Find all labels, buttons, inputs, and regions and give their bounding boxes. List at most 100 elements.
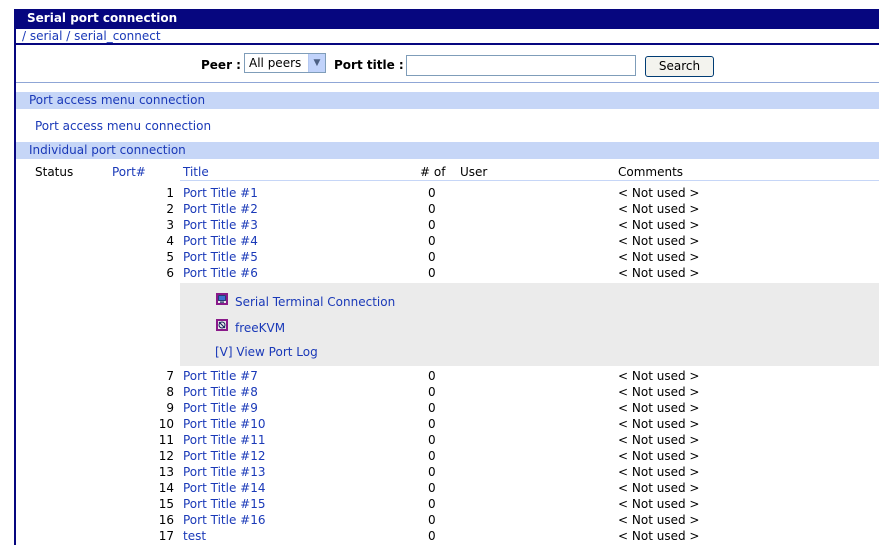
comment: < Not used > (618, 250, 700, 264)
comment: < Not used > (618, 234, 700, 248)
table-row: 15 Port Title #15 0 < Not used > (16, 496, 879, 512)
breadcrumb-link[interactable]: / serial / serial_connect (22, 29, 161, 43)
table-row: 3 Port Title #3 0 < Not used > (16, 217, 879, 233)
port-number: 17 (158, 529, 174, 543)
view-port-log-link[interactable]: [V] View Port Log (215, 345, 318, 359)
port-number: 3 (166, 218, 174, 232)
port-title-input[interactable] (406, 55, 636, 76)
table-row: 13 Port Title #13 0 < Not used > (16, 464, 879, 480)
user-count: 0 (428, 186, 436, 200)
comment: < Not used > (618, 266, 700, 280)
column-user: User (460, 165, 488, 179)
comment: < Not used > (618, 513, 700, 527)
user-count: 0 (428, 465, 436, 479)
user-count: 0 (428, 369, 436, 383)
terminal-icon (216, 293, 228, 305)
table-row: 2 Port Title #2 0 < Not used > (16, 201, 879, 217)
comment: < Not used > (618, 385, 700, 399)
port-title-link[interactable]: Port Title #1 (183, 185, 258, 201)
port-title-link[interactable]: Port Title #14 (183, 480, 265, 496)
comment: < Not used > (618, 401, 700, 415)
port-title-link[interactable]: Port Title #9 (183, 400, 258, 416)
column-count: # of (420, 165, 446, 179)
port-title-link[interactable]: Port Title #5 (183, 249, 258, 265)
breadcrumb: / serial / serial_connect (14, 29, 879, 45)
port-title-link[interactable]: Port Title #8 (183, 384, 258, 400)
port-title-link[interactable]: Port Title #4 (183, 233, 258, 249)
port-title-link[interactable]: Port Title #2 (183, 201, 258, 217)
user-count: 0 (428, 529, 436, 543)
column-port-sort[interactable]: Port# (112, 165, 146, 179)
chevron-down-icon[interactable]: ▼ (308, 54, 325, 72)
port-action-menu: Serial Terminal Connection freeKVM [V] V… (180, 283, 879, 366)
user-count: 0 (428, 513, 436, 527)
port-number: 9 (166, 401, 174, 415)
table-row: 9 Port Title #9 0 < Not used > (16, 400, 879, 416)
user-count: 0 (428, 250, 436, 264)
port-number: 16 (158, 513, 174, 527)
table-row: 5 Port Title #5 0 < Not used > (16, 249, 879, 265)
comment: < Not used > (618, 465, 700, 479)
port-access-menu-link[interactable]: Port access menu connection (35, 119, 211, 133)
user-count: 0 (428, 234, 436, 248)
search-button[interactable]: Search (645, 56, 714, 77)
port-number: 4 (166, 234, 174, 248)
table-row: 14 Port Title #14 0 < Not used > (16, 480, 879, 496)
table-row: 6 Port Title #6 0 < Not used > (16, 265, 879, 281)
port-title-link[interactable]: Port Title #12 (183, 448, 265, 464)
comment: < Not used > (618, 218, 700, 232)
comment: < Not used > (618, 417, 700, 431)
user-count: 0 (428, 266, 436, 280)
table-row: 10 Port Title #10 0 < Not used > (16, 416, 879, 432)
port-number: 6 (166, 266, 174, 280)
port-title-label: Port title : (334, 58, 404, 72)
comment: < Not used > (618, 433, 700, 447)
table-row: 4 Port Title #4 0 < Not used > (16, 233, 879, 249)
comment: < Not used > (618, 529, 700, 543)
port-number: 14 (158, 481, 174, 495)
port-title-link[interactable]: Port Title #7 (183, 368, 258, 384)
table-row: 8 Port Title #8 0 < Not used > (16, 384, 879, 400)
table-row: 7 Port Title #7 0 < Not used > (16, 368, 879, 384)
comment: < Not used > (618, 497, 700, 511)
peer-label: Peer : (201, 58, 241, 72)
port-title-link[interactable]: test (183, 528, 206, 544)
column-status: Status (35, 165, 74, 179)
user-count: 0 (428, 202, 436, 216)
port-title-link[interactable]: Port Title #11 (183, 432, 265, 448)
section-header-access: Port access menu connection (16, 92, 879, 109)
port-title-link[interactable]: Port Title #6 (183, 265, 258, 281)
comment: < Not used > (618, 202, 700, 216)
peer-select[interactable]: All peers ▼ (244, 53, 326, 73)
port-number: 13 (158, 465, 174, 479)
port-number: 15 (158, 497, 174, 511)
user-count: 0 (428, 497, 436, 511)
column-title-sort[interactable]: Title (183, 165, 209, 179)
section-header-individual: Individual port connection (16, 142, 879, 159)
user-count: 0 (428, 449, 436, 463)
port-title-link[interactable]: Port Title #13 (183, 464, 265, 480)
serial-terminal-link[interactable]: Serial Terminal Connection (235, 295, 395, 309)
page-title: Serial port connection (14, 9, 879, 29)
comment: < Not used > (618, 369, 700, 383)
port-number: 2 (166, 202, 174, 216)
port-number: 1 (166, 186, 174, 200)
user-count: 0 (428, 401, 436, 415)
table-row: 12 Port Title #12 0 < Not used > (16, 448, 879, 464)
comment: < Not used > (618, 449, 700, 463)
port-number: 10 (158, 417, 174, 431)
port-title-link[interactable]: Port Title #15 (183, 496, 265, 512)
user-count: 0 (428, 417, 436, 431)
kvm-icon (216, 319, 228, 331)
user-count: 0 (428, 218, 436, 232)
comment: < Not used > (618, 481, 700, 495)
comment: < Not used > (618, 186, 700, 200)
port-title-link[interactable]: Port Title #3 (183, 217, 258, 233)
port-title-link[interactable]: Port Title #10 (183, 416, 265, 432)
search-bar: Peer : All peers ▼ Port title : Search (16, 45, 879, 83)
freekvm-link[interactable]: freeKVM (235, 321, 285, 335)
port-number: 8 (166, 385, 174, 399)
header-divider (180, 180, 879, 181)
port-title-link[interactable]: Port Title #16 (183, 512, 265, 528)
port-number: 7 (166, 369, 174, 383)
